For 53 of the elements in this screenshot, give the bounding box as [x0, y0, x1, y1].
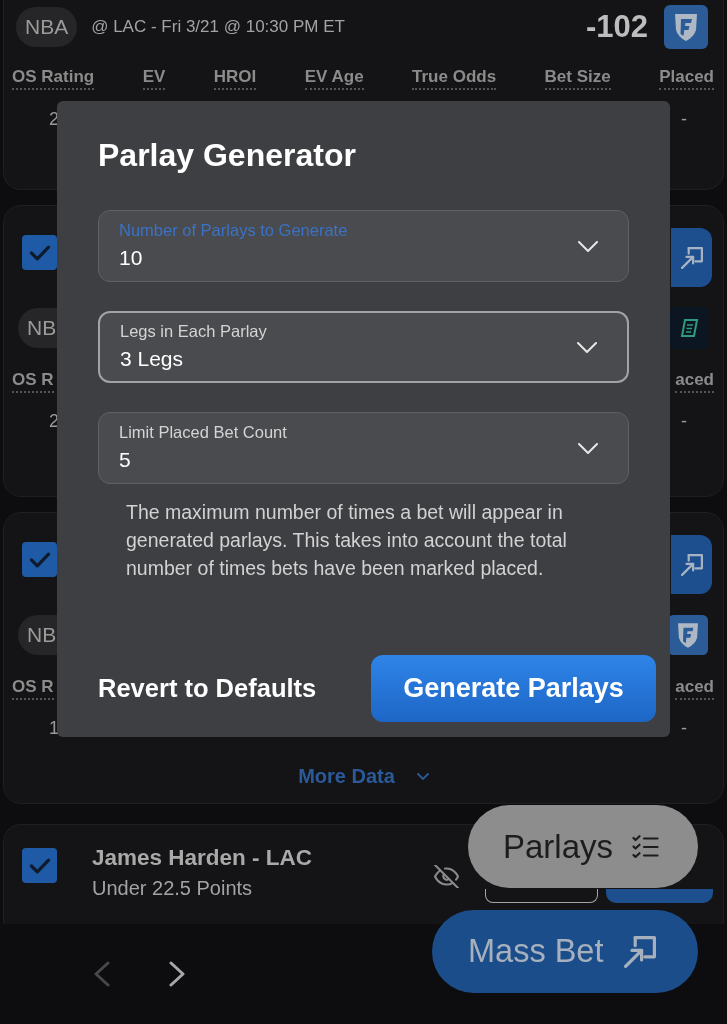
- league-badge: NBA: [16, 7, 78, 47]
- dropdown-field[interactable]: Limit Placed Bet Count 5: [98, 412, 629, 484]
- dropdown-field[interactable]: Legs in Each Parlay 3 Legs: [98, 311, 629, 383]
- column-header: OS R: [12, 676, 54, 700]
- player-name: James Harden - LAC: [92, 844, 313, 871]
- arrow-square-icon: [624, 935, 657, 968]
- checkbox[interactable]: [22, 235, 57, 270]
- column-header: Placed: [659, 66, 714, 90]
- bet-button[interactable]: [671, 228, 712, 287]
- check-icon: [28, 551, 51, 568]
- column-header: HROI: [213, 66, 257, 90]
- checkbox[interactable]: [22, 542, 57, 577]
- table-cell: -: [681, 717, 687, 739]
- column-header: True Odds: [412, 66, 497, 90]
- chevron-right-icon[interactable]: [169, 961, 186, 987]
- column-header: OS Rating: [12, 66, 95, 90]
- parlays-button[interactable]: Parlays: [468, 805, 698, 888]
- checkbox[interactable]: [22, 848, 57, 883]
- checklist-icon: [632, 835, 660, 858]
- chevron-down-icon: [578, 240, 598, 252]
- game-info: @ LAC - Fri 3/21 @ 10:30 PM ET: [91, 16, 345, 39]
- arrow-square-icon: [680, 246, 703, 269]
- arrow-square-icon: [680, 553, 703, 576]
- generate-button[interactable]: Generate Parlays: [371, 655, 656, 722]
- dropdown-field[interactable]: Number of Parlays to Generate 10: [98, 210, 629, 282]
- column-header: OS R: [12, 369, 54, 393]
- eye-off-icon[interactable]: [433, 865, 460, 888]
- check-icon: [28, 244, 51, 261]
- revert-button[interactable]: Revert to Defaults: [98, 669, 317, 708]
- help-text: The maximum number of times a bet will appear in generated parlays. This takes into account the total number of times bets have been marked placed.: [126, 500, 568, 581]
- column-header: EV: [142, 66, 166, 90]
- bet-button[interactable]: [671, 535, 712, 594]
- shield-logo-icon: [668, 615, 708, 655]
- league-badge: NB: [18, 615, 57, 655]
- league-badge: NB: [18, 308, 57, 348]
- table-cell: -: [681, 108, 687, 130]
- table-cell: -: [681, 410, 687, 432]
- column-header: aced: [675, 676, 714, 700]
- column-header: EV Age: [304, 66, 364, 90]
- stake-field[interactable]: [485, 889, 598, 903]
- shield-logo-icon: [664, 5, 708, 49]
- column-header: Bet Size: [544, 66, 611, 90]
- chevron-down-icon: [577, 341, 597, 353]
- table-cell: 1: [49, 717, 59, 739]
- odds-text: -102: [585, 7, 648, 46]
- bet-line: Under 22.5 Points: [92, 876, 254, 900]
- chevron-down-icon: [578, 442, 598, 454]
- chevron-down-icon: [416, 772, 429, 780]
- column-header: aced: [675, 369, 714, 393]
- tile-logo-icon: [670, 307, 708, 349]
- dialog-title: Parlay Generator: [98, 136, 357, 174]
- check-icon: [28, 857, 51, 874]
- mass-bet-button[interactable]: Mass Bet: [432, 910, 698, 993]
